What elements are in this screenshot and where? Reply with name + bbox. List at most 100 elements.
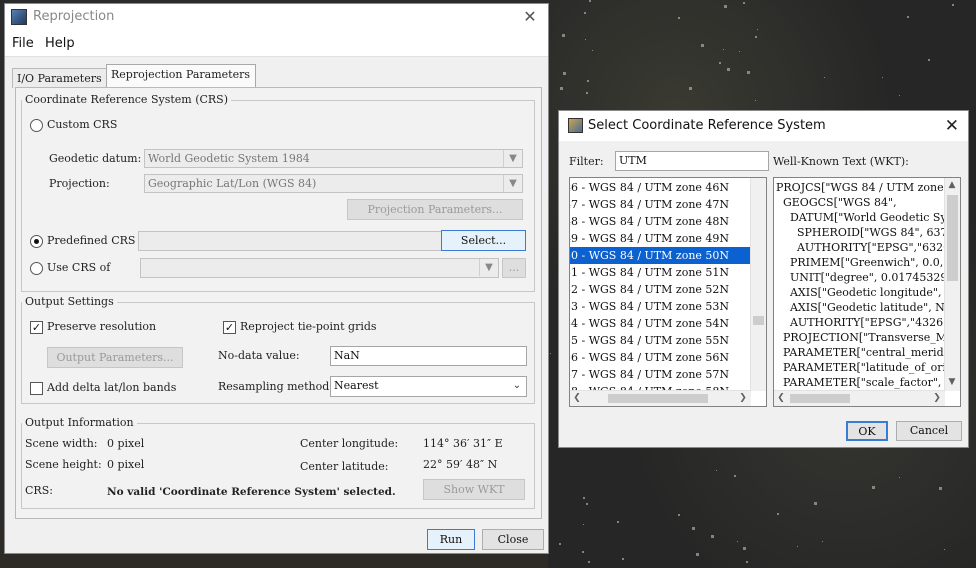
window-title: Reprojection: [33, 9, 115, 24]
scroll-right-icon[interactable]: ❯: [736, 393, 750, 403]
list-item[interactable]: 55 - WGS 84 / UTM zone 55N: [570, 332, 750, 349]
list-item[interactable]: 48 - WGS 84 / UTM zone 48N: [570, 213, 750, 230]
custom-crs-label: Custom CRS: [47, 118, 118, 131]
scroll-up-icon[interactable]: ▲: [945, 180, 959, 190]
image-speckle: [736, 540, 738, 542]
image-speckle: [747, 70, 750, 74]
image-speckle: [928, 59, 931, 62]
use-crs-of-browse-button[interactable]: ...: [502, 258, 526, 278]
wkt-vscroll[interactable]: ▲ ▼: [944, 178, 960, 391]
ok-button[interactable]: OK: [846, 421, 888, 441]
use-crs-of-radio[interactable]: [30, 262, 43, 275]
scroll-down-icon[interactable]: ▼: [945, 377, 959, 387]
center-latitude-label: Center latitude:: [300, 460, 389, 473]
crs-info-label: CRS:: [25, 484, 53, 497]
wkt-hscroll[interactable]: ❮ ❯: [774, 390, 945, 406]
image-speckle: [734, 474, 737, 477]
wkt-line: PARAMETER["scale_factor", 0.9996],: [782, 376, 960, 389]
scroll-thumb[interactable]: [608, 394, 708, 403]
list-item[interactable]: 53 - WGS 84 / UTM zone 53N: [570, 298, 750, 315]
wkt-text-area[interactable]: PROJCS["WGS 84 / UTM zone 50N", GEOGCS["…: [773, 177, 961, 407]
crs-list-vscroll[interactable]: [750, 178, 766, 391]
crs-list-hscroll[interactable]: ❮ ❯: [570, 390, 751, 406]
close-icon[interactable]: ✕: [520, 7, 540, 27]
list-item[interactable]: 54 - WGS 84 / UTM zone 54N: [570, 315, 750, 332]
geodetic-datum-select[interactable]: World Geodetic System 1984 ▼: [144, 149, 523, 168]
image-speckle: [719, 61, 722, 64]
wkt-line: AXIS["Geodetic latitude", NORTH],: [789, 301, 960, 314]
image-speckle: [821, 540, 823, 542]
reproject-tiepoint-checkbox[interactable]: ✓: [223, 321, 236, 334]
center-latitude-value: 22° 59′ 48″ N: [423, 458, 498, 471]
predefined-crs-radio[interactable]: [30, 235, 43, 248]
projection-parameters-button[interactable]: Projection Parameters...: [347, 199, 523, 220]
image-speckle: [621, 557, 624, 560]
projection-value: Geographic Lat/Lon (WGS 84): [148, 177, 317, 190]
menu-help[interactable]: Help: [45, 36, 75, 51]
scroll-thumb[interactable]: [947, 195, 958, 281]
projection-select[interactable]: Geographic Lat/Lon (WGS 84) ▼: [144, 174, 523, 193]
wkt-line: UNIT["degree", 0.017453292519943295],: [789, 271, 960, 284]
run-button[interactable]: Run: [427, 529, 475, 550]
scroll-left-icon[interactable]: ❮: [774, 393, 788, 403]
image-speckle: [724, 4, 728, 8]
list-item[interactable]: 46 - WGS 84 / UTM zone 46N: [570, 179, 750, 196]
show-wkt-button[interactable]: Show WKT: [423, 479, 525, 500]
image-speckle: [882, 77, 884, 79]
tab-io-parameters[interactable]: I/O Parameters: [12, 68, 107, 88]
scroll-left-icon[interactable]: ❮: [570, 393, 584, 403]
custom-crs-radio[interactable]: [30, 119, 43, 132]
scroll-thumb[interactable]: [790, 394, 850, 403]
scroll-right-icon[interactable]: ❯: [930, 393, 944, 403]
image-speckle: [907, 16, 910, 19]
center-longitude-label: Center longitude:: [300, 437, 399, 450]
list-item[interactable]: 51 - WGS 84 / UTM zone 51N: [570, 264, 750, 281]
output-settings-title: Output Settings: [22, 295, 117, 308]
use-crs-of-select[interactable]: ▼: [140, 258, 499, 278]
image-speckle: [716, 469, 718, 471]
wkt-line: PARAMETER["latitude_of_origin", 0.0],: [782, 361, 961, 374]
image-speckle: [582, 497, 585, 500]
menu-file[interactable]: File: [12, 36, 34, 51]
list-item[interactable]: 50 - WGS 84 / UTM zone 50N: [570, 247, 750, 264]
chevron-down-icon: ▼: [503, 150, 522, 167]
close-button[interactable]: Close: [482, 529, 544, 550]
resampling-select[interactable]: Nearest ⌄: [330, 376, 527, 397]
scene-width-value: 0 pixel: [107, 437, 145, 450]
app-icon: [11, 9, 27, 25]
image-speckle: [727, 68, 731, 72]
select-crs-button[interactable]: Select...: [441, 230, 526, 251]
list-item[interactable]: 52 - WGS 84 / UTM zone 52N: [570, 281, 750, 298]
tab-reprojection-parameters[interactable]: Reprojection Parameters: [106, 64, 256, 87]
image-speckle: [723, 48, 725, 50]
filter-input[interactable]: UTM: [615, 151, 769, 171]
cancel-button[interactable]: Cancel: [896, 421, 962, 441]
image-speckle: [616, 520, 619, 523]
image-speckle: [776, 512, 779, 515]
image-speckle: [757, 29, 759, 31]
list-item[interactable]: 49 - WGS 84 / UTM zone 49N: [570, 230, 750, 247]
close-icon[interactable]: ✕: [945, 116, 959, 136]
select-crs-dialog: Select Coordinate Reference System ✕ Fil…: [558, 110, 969, 448]
image-speckle: [677, 16, 680, 19]
wkt-line: PROJCS["WGS 84 / UTM zone 50N",: [776, 181, 961, 194]
dialog-app-icon: [568, 118, 583, 133]
nodata-input[interactable]: NaN: [330, 346, 527, 366]
output-parameters-button[interactable]: Output Parameters...: [47, 347, 183, 368]
title-bar: Reprojection ✕: [5, 4, 548, 32]
list-item[interactable]: 57 - WGS 84 / UTM zone 57N: [570, 366, 750, 383]
image-speckle: [742, 547, 746, 551]
image-speckle: [754, 99, 756, 101]
wkt-line: AXIS["Geodetic longitude", EAST],: [789, 286, 960, 299]
preserve-resolution-checkbox[interactable]: ✓: [30, 321, 43, 334]
scroll-thumb[interactable]: [753, 316, 764, 325]
list-item[interactable]: 47 - WGS 84 / UTM zone 47N: [570, 196, 750, 213]
list-item[interactable]: 56 - WGS 84 / UTM zone 56N: [570, 349, 750, 366]
image-speckle: [560, 87, 564, 91]
predefined-crs-field[interactable]: [138, 231, 442, 251]
crs-list[interactable]: 46 - WGS 84 / UTM zone 46N 47 - WGS 84 / …: [569, 177, 767, 407]
image-speckle: [691, 526, 695, 530]
wkt-line: PROJECTION["Transverse_Mercator"],: [782, 331, 960, 344]
scene-height-label: Scene height:: [25, 458, 102, 471]
add-delta-checkbox[interactable]: [30, 382, 43, 395]
